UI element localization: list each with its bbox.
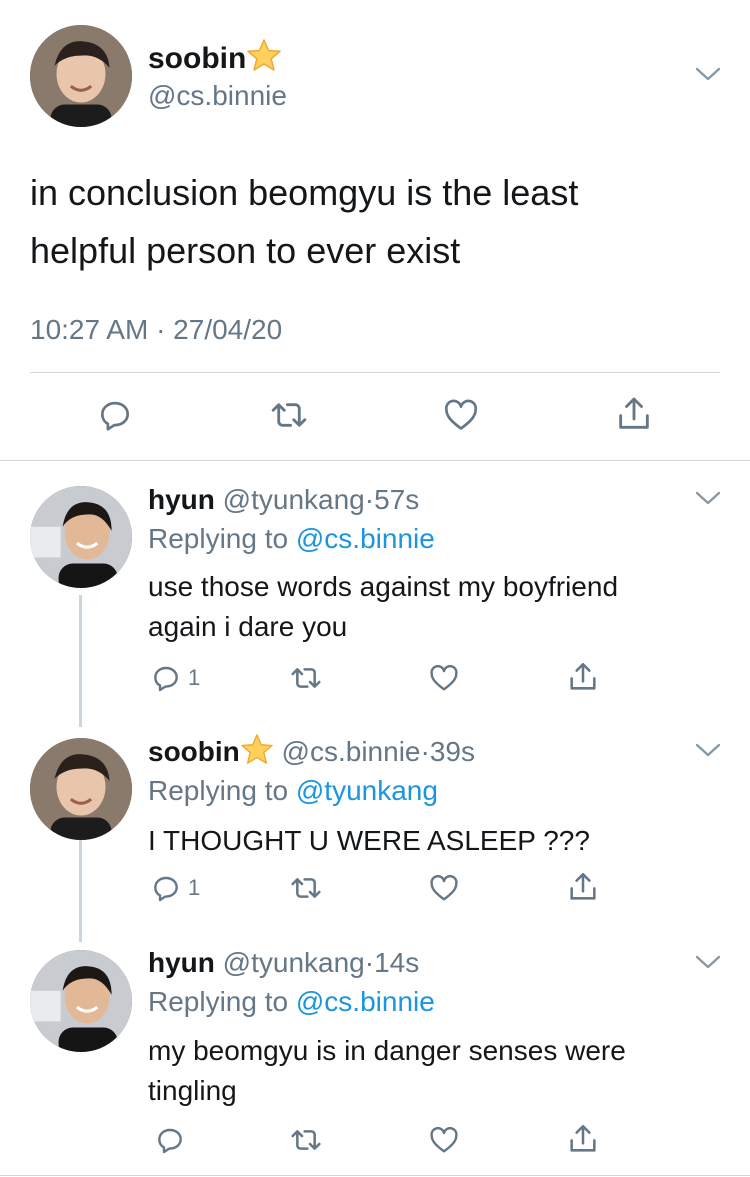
tweet-text-line: helpful person to ever exist [30, 230, 461, 271]
share-button[interactable] [566, 870, 600, 904]
tweet-text-line: tingling [148, 1075, 237, 1106]
retweet-button[interactable] [288, 662, 324, 694]
replying-to-label: Replying to [148, 986, 289, 1017]
tweet-text-line: my beomgyu is in danger senses were [148, 1035, 626, 1066]
replying-to-label: Replying to [148, 775, 289, 806]
retweet-icon [271, 403, 307, 427]
share-icon [619, 397, 649, 429]
retweet-button[interactable] [288, 872, 324, 904]
mention-link[interactable]: @cs.binnie [296, 523, 435, 554]
replying-to: Replying to @cs.binnie [148, 523, 435, 555]
separator-dot: · [420, 736, 430, 767]
separator-dot: · [364, 947, 375, 978]
tweet-text-line: use those words against my boyfriend [148, 571, 619, 602]
username[interactable]: @cs.binnie [148, 80, 287, 112]
username[interactable]: @tyunkang [223, 484, 365, 515]
mention-link[interactable]: @tyunkang [296, 775, 438, 806]
reply-header: soobin @cs.binnie·39s [148, 733, 475, 772]
divider [30, 372, 720, 373]
avatar[interactable] [30, 950, 132, 1052]
retweet-icon [291, 1130, 321, 1150]
tweet-text-line: I THOUGHT U WERE ASLEEP ??? [148, 825, 590, 856]
star-emoji-icon [240, 733, 274, 772]
thread-line [79, 595, 82, 727]
display-name[interactable]: soobin [148, 42, 246, 75]
display-name[interactable]: soobin [148, 736, 240, 767]
display-name[interactable]: hyun [148, 947, 215, 978]
tweet-text: I THOUGHT U WERE ASLEEP ??? [148, 821, 590, 861]
divider [0, 460, 750, 461]
like-icon [430, 664, 458, 691]
reply-icon [158, 1128, 182, 1154]
tweet-age: 39s [429, 736, 475, 767]
username[interactable]: @cs.binnie [282, 736, 421, 767]
tweet-text: my beomgyu is in danger senses were ting… [148, 1031, 626, 1111]
tweet-age: 14s [374, 947, 420, 978]
tweet-age: 57s [374, 484, 420, 515]
reply-button[interactable]: 1 [150, 872, 200, 904]
tweet-text: in conclusion beomgyu is the least helpf… [30, 164, 578, 280]
reply-count: 1 [188, 665, 201, 690]
share-button[interactable] [566, 660, 600, 694]
chevron-down-icon[interactable] [695, 66, 721, 82]
share-icon [570, 662, 596, 690]
replying-to: Replying to @tyunkang [148, 775, 438, 807]
reply-icon [100, 401, 130, 431]
chevron-down-icon[interactable] [695, 954, 721, 970]
share-icon [570, 872, 596, 900]
reply-icon [154, 666, 178, 692]
separator-dot: · [364, 484, 375, 515]
like-button[interactable] [428, 662, 460, 694]
avatar[interactable] [30, 486, 132, 588]
tweet-text-line: in conclusion beomgyu is the least [30, 172, 579, 213]
chevron-down-icon[interactable] [695, 742, 721, 758]
like-button[interactable] [428, 1124, 460, 1156]
reply-header: hyun @tyunkang·14s [148, 947, 419, 979]
retweet-button[interactable] [288, 1124, 324, 1156]
reply-count: 1 [188, 875, 201, 900]
author-line: soobin [148, 38, 282, 80]
reply-button[interactable] [96, 396, 134, 434]
like-button[interactable] [428, 872, 460, 904]
thread-line [79, 836, 82, 942]
username[interactable]: @tyunkang [223, 947, 365, 978]
share-icon [570, 1124, 596, 1152]
reply-icon [154, 876, 178, 902]
display-name[interactable]: hyun [148, 484, 215, 515]
share-button[interactable] [614, 394, 654, 434]
star-emoji-icon [246, 38, 282, 80]
reply-header: hyun @tyunkang·57s [148, 484, 419, 516]
divider [0, 1175, 750, 1176]
replying-to-label: Replying to [148, 523, 289, 554]
reply-button[interactable] [154, 1124, 186, 1156]
like-button[interactable] [442, 396, 480, 434]
retweet-icon [291, 878, 321, 898]
like-icon [430, 874, 458, 901]
timestamp[interactable]: 10:27 AM · 27/04/20 [30, 314, 282, 346]
replying-to: Replying to @cs.binnie [148, 986, 435, 1018]
reply-button[interactable]: 1 [150, 662, 200, 694]
avatar[interactable] [30, 25, 132, 127]
avatar[interactable] [30, 738, 132, 840]
chevron-down-icon[interactable] [695, 490, 721, 506]
retweet-button[interactable] [268, 396, 310, 434]
like-icon [444, 399, 478, 430]
like-icon [430, 1126, 458, 1153]
tweet-text: use those words against my boyfriend aga… [148, 567, 618, 647]
retweet-icon [291, 668, 321, 688]
tweet-text-line: again i dare you [148, 611, 348, 642]
share-button[interactable] [566, 1122, 600, 1156]
mention-link[interactable]: @cs.binnie [296, 986, 435, 1017]
